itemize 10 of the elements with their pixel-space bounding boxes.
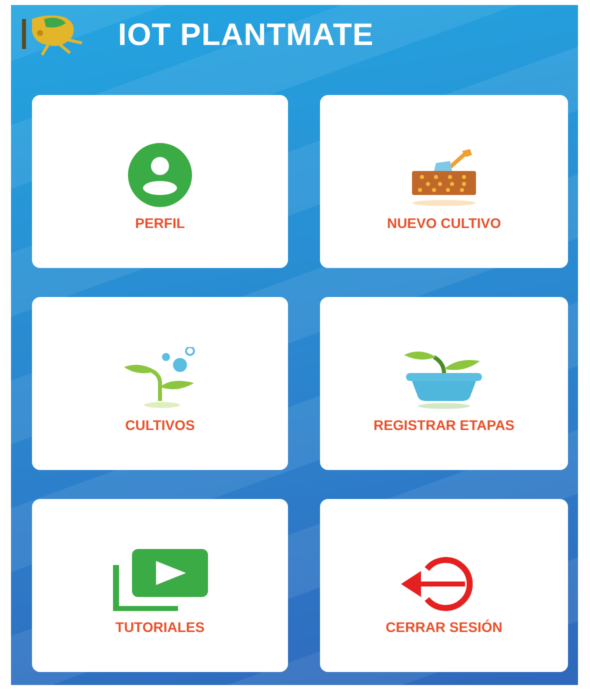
menu-card[interactable]: TUTORIALES <box>32 499 288 672</box>
menu-card[interactable]: NUEVO CULTIVO <box>320 95 568 268</box>
video-library-icon <box>112 548 208 610</box>
sprout-icon <box>122 346 198 408</box>
user-icon <box>128 142 192 206</box>
menu-card[interactable]: CULTIVOS <box>32 297 288 470</box>
menu-card[interactable]: PERFIL <box>32 95 288 268</box>
menu-card[interactable]: CERRAR SESIÓN <box>320 499 568 672</box>
app-title: IOT PLANTMATE <box>118 17 374 53</box>
menu-card[interactable]: REGISTRAR ETAPAS <box>320 297 568 470</box>
